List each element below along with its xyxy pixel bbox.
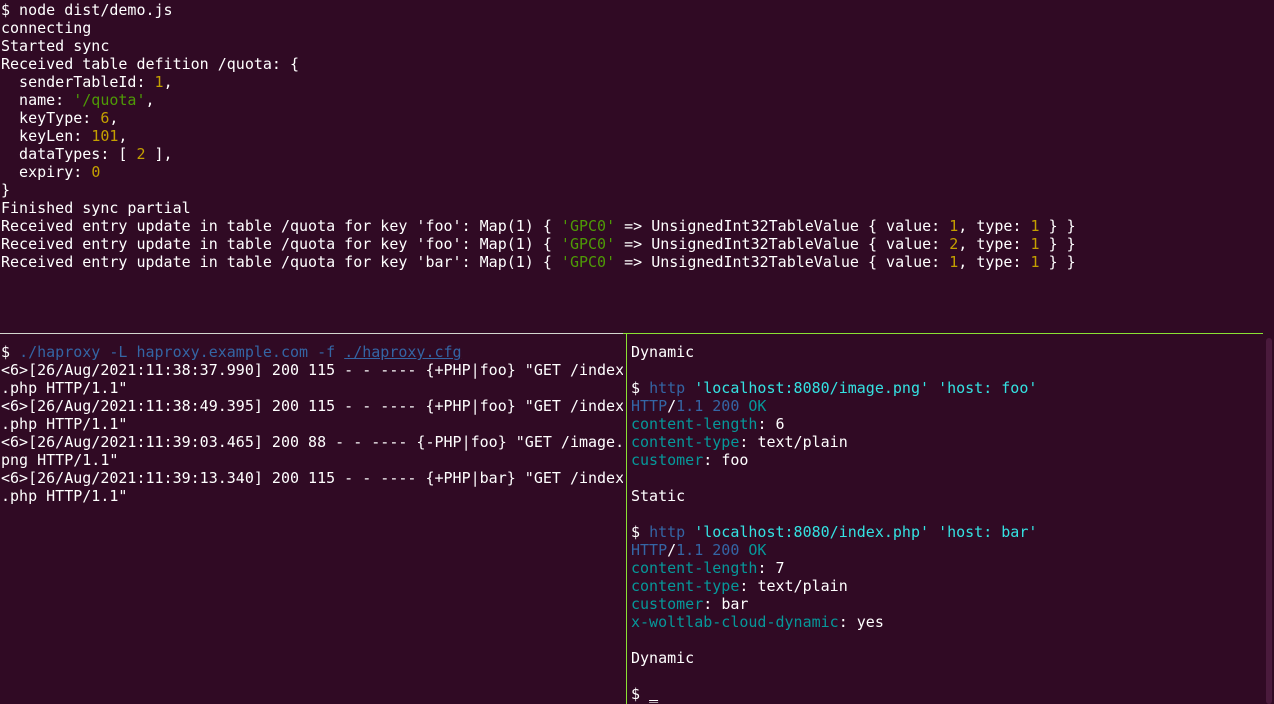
object-field: keyType: 6, (1, 109, 119, 127)
output-line: Started sync (1, 37, 110, 55)
http-header-line: content-type: text/plain (631, 577, 848, 595)
terminal-pane-top[interactable]: $ node dist/demo.js connecting Started s… (1, 1, 1273, 331)
log-line: <6>[26/Aug/2021:11:39:03.465] 200 88 - -… (1, 433, 623, 451)
http-header-line: x-woltlab-cloud-dynamic: yes (631, 613, 884, 631)
http-status-line: HTTP/1.1 200 OK (631, 397, 767, 415)
section-label: Static (631, 487, 686, 505)
http-command-line: $ http 'localhost:8080/image.png' 'host:… (631, 379, 1038, 397)
http-command-line: $ http 'localhost:8080/index.php' 'host:… (631, 523, 1038, 541)
shell-prompt[interactable]: $ _ (631, 685, 1263, 703)
log-line: png HTTP/1.1" (1, 451, 119, 469)
update-line: Received entry update in table /quota fo… (1, 253, 1076, 271)
terminal-pane-bottom-left[interactable]: $ ./haproxy -L haproxy.example.com -f ./… (1, 343, 623, 704)
http-header-line: content-length: 6 (631, 415, 785, 433)
object-field: dataTypes: [ 2 ], (1, 145, 173, 163)
http-header-line: customer: bar (631, 595, 749, 613)
update-line: Received entry update in table /quota fo… (1, 235, 1076, 253)
log-line: <6>[26/Aug/2021:11:38:37.990] 200 115 - … (1, 361, 623, 379)
output-line: connecting (1, 19, 92, 37)
section-label: Dynamic (631, 649, 695, 667)
output-line: } (1, 181, 11, 199)
update-line: Received entry update in table /quota fo… (1, 217, 1076, 235)
log-line: .php HTTP/1.1" (1, 415, 128, 433)
http-status-line: HTTP/1.1 200 OK (631, 541, 767, 559)
log-line: .php HTTP/1.1" (1, 379, 128, 397)
object-field: keyLen: 101, (1, 127, 128, 145)
scrollbar[interactable] (1266, 338, 1272, 704)
object-field: name: '/quota', (1, 91, 155, 109)
log-line: <6>[26/Aug/2021:11:39:13.340] 200 115 - … (1, 469, 623, 487)
object-field: senderTableId: 1, (1, 73, 173, 91)
terminal-pane-bottom-right[interactable]: Dynamic $ http 'localhost:8080/image.png… (631, 343, 1263, 704)
http-header-line: content-type: text/plain (631, 433, 848, 451)
text-cursor: _ (649, 685, 659, 703)
output-line: Received table defition /quota: { (1, 55, 300, 73)
pane-divider-vertical[interactable] (626, 333, 627, 704)
output-line: Finished sync partial (1, 199, 191, 217)
log-line: <6>[26/Aug/2021:11:38:49.395] 200 115 - … (1, 397, 623, 415)
pane-divider-horizontal[interactable] (0, 333, 623, 334)
pane-divider-horizontal-active[interactable] (623, 333, 1263, 334)
prompt-line: $ node dist/demo.js (1, 1, 173, 19)
section-label: Dynamic (631, 343, 695, 361)
http-header-line: customer: foo (631, 451, 749, 469)
http-header-line: content-length: 7 (631, 559, 785, 577)
object-field: expiry: 0 (1, 163, 101, 181)
log-line: .php HTTP/1.1" (1, 487, 128, 505)
haproxy-command-line: $ ./haproxy -L haproxy.example.com -f ./… (1, 343, 462, 361)
